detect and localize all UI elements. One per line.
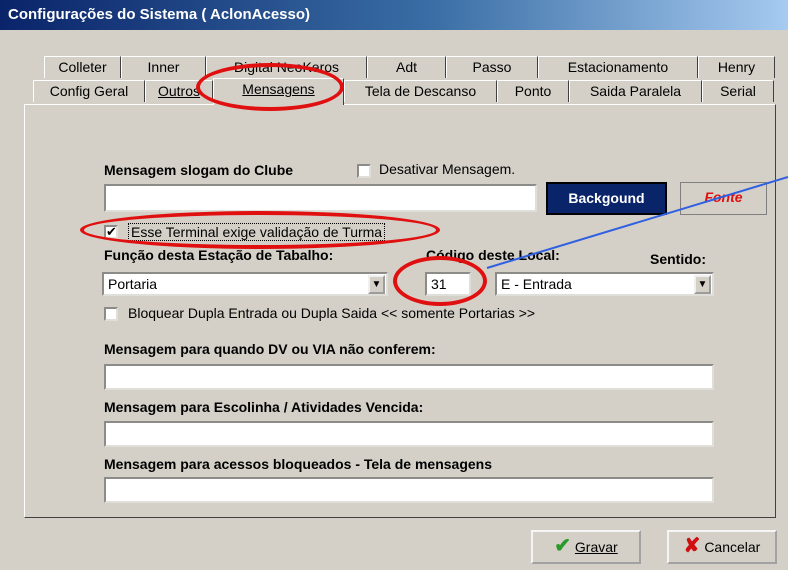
blocked-input[interactable] [104,477,714,503]
font-button[interactable]: Fonte [680,182,767,215]
slogan-input[interactable] [104,184,537,212]
direction-select[interactable]: E - Entrada ▼ [495,272,714,296]
chevron-down-icon[interactable]: ▼ [368,275,385,294]
school-input[interactable] [104,421,714,447]
dv-via-input[interactable] [104,364,714,390]
tab-inner[interactable]: Inner [121,56,206,78]
disable-message-checkbox[interactable] [357,164,371,178]
blocked-label: Mensagem para acessos bloqueados - Tela … [104,456,492,472]
chevron-down-icon[interactable]: ▼ [694,275,711,294]
function-select-value: Portaria [108,276,158,292]
function-select[interactable]: Portaria ▼ [102,272,388,296]
background-button[interactable]: Backgound [546,182,667,215]
dv-via-label: Mensagem para quando DV ou VIA não confe… [104,341,436,357]
location-code-input[interactable]: 31 [425,272,471,296]
turma-validation-label: Esse Terminal exige validação de Turma [128,223,386,241]
tab-saida-paralela[interactable]: Saida Paralela [569,80,702,102]
disable-message-label: Desativar Mensagem. [379,161,516,177]
close-icon: ✘ [683,535,701,557]
direction-label: Sentido: [650,251,706,267]
tab-adt[interactable]: Adt [367,56,446,78]
cancel-button[interactable]: ✘ Cancelar [667,530,777,564]
location-code-label: Código deste Local: [426,247,560,263]
block-double-checkbox[interactable] [104,307,118,321]
tab-estacionamento[interactable]: Estacionamento [538,56,698,78]
turma-validation-checkbox[interactable]: ✔ [104,225,118,239]
tab-outros[interactable]: Outros [145,80,213,102]
title-bar: Configurações do Sistema ( AclonAcesso) [0,0,788,30]
tab-digital-neokeros[interactable]: Digital NeoKeros [206,56,367,78]
tab-ponto[interactable]: Ponto [497,80,569,102]
check-icon: ✔ [554,535,572,557]
tab-colleter[interactable]: Colleter [44,56,121,78]
tab-config-geral[interactable]: Config Geral [33,80,145,102]
cancel-button-label: Cancelar [704,539,761,555]
slogan-label: Mensagem slogam do Clube [104,162,294,178]
school-label: Mensagem para Escolinha / Atividades Ven… [104,399,424,415]
window-title: Configurações do Sistema ( AclonAcesso) [8,6,311,23]
tab-tela-de-descanso[interactable]: Tela de Descanso [344,80,497,102]
tab-mensagens[interactable]: Mensagens [213,78,344,105]
tab-henry[interactable]: Henry [698,56,775,78]
tab-serial[interactable]: Serial [702,80,774,102]
function-label: Função desta Estação de Tabalho: [104,247,334,263]
direction-select-value: E - Entrada [501,276,572,292]
save-button[interactable]: ✔ Gravar [531,530,641,564]
block-double-label: Bloquear Dupla Entrada ou Dupla Saida <<… [128,305,536,321]
settings-window: Configurações do Sistema ( AclonAcesso) … [0,0,788,570]
save-button-label: Gravar [574,539,618,555]
tab-passo[interactable]: Passo [446,56,538,78]
